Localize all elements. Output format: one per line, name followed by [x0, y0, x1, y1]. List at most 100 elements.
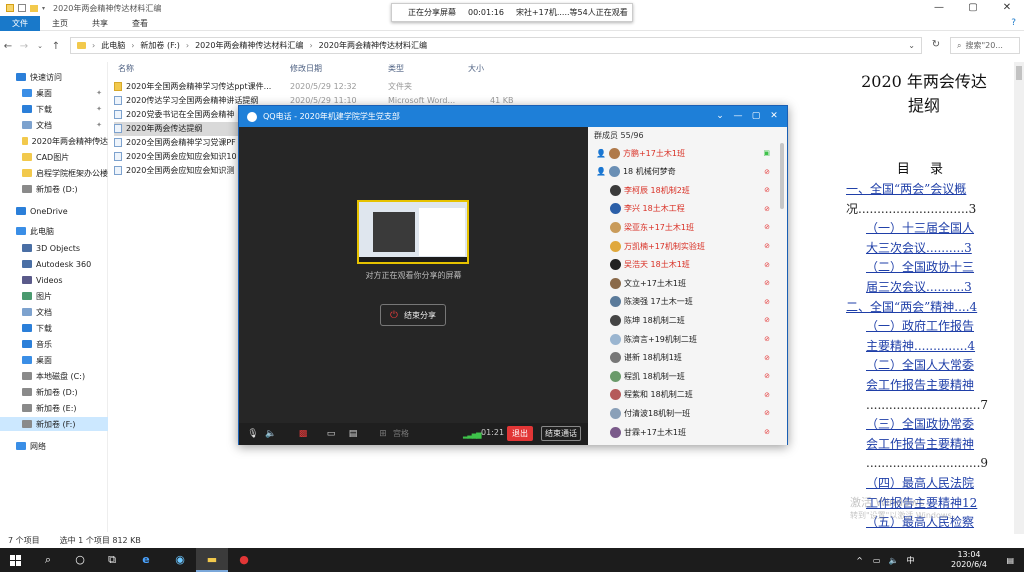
nav-item-down[interactable]: 下载 ✦ — [0, 102, 108, 116]
qq-collapse-icon[interactable]: ⌄ — [711, 106, 729, 127]
breadcrumb-folder[interactable]: 2020年两会精神传达材料汇编 — [195, 40, 303, 51]
mic-muted-icon[interactable]: ⊘ — [764, 409, 770, 417]
start-button[interactable] — [0, 548, 32, 572]
nav-item-down[interactable]: 下载 — [0, 321, 108, 335]
mic-muted-icon[interactable]: ⊘ — [764, 354, 770, 362]
nav-item-drive[interactable]: 本地磁盘 (C:) — [0, 369, 108, 383]
maximize-button[interactable]: ▢ — [956, 0, 990, 16]
nav-item-music[interactable]: 音乐 — [0, 337, 108, 351]
toc-entry[interactable]: 会工作报告主要精神 — [866, 435, 974, 455]
nav-item-folder[interactable]: CAD图片 — [0, 150, 108, 164]
task-view-icon[interactable]: ⧉ — [96, 548, 128, 572]
toc-entry[interactable]: 届三次会议..........3 — [866, 278, 972, 298]
toc-entry[interactable]: 会工作报告主要精神 — [866, 376, 974, 396]
toc-entry[interactable]: （一）政府工作报告 — [866, 317, 974, 337]
mic-muted-icon[interactable]: ⊘ — [764, 279, 770, 287]
up-arrow-icon[interactable]: ↑ — [48, 41, 64, 52]
nav-item-doc[interactable]: 文档 — [0, 305, 108, 319]
column-header-name[interactable]: 名称 — [118, 62, 134, 76]
member-row[interactable]: 程紫和 18机制二班 ⊘ — [588, 386, 778, 404]
tab-share[interactable]: 共享 — [80, 16, 120, 31]
toc-entry[interactable]: 大三次会议..........3 — [866, 239, 972, 259]
recent-chevron-icon[interactable]: ⌄ — [32, 42, 48, 50]
mic-muted-icon[interactable]: ⊘ — [764, 372, 770, 380]
member-row[interactable]: 甘霖+17土木1班 ⊘ — [588, 423, 778, 441]
microphone-icon[interactable]: 🎙 — [247, 428, 259, 440]
qq-taskbar-icon[interactable]: ◉ — [164, 548, 196, 572]
qq-close-button[interactable]: ✕ — [765, 106, 783, 127]
screen-share-icon[interactable]: ▭ — [325, 428, 337, 440]
tray-arrow-icon[interactable]: ^ — [856, 556, 863, 565]
end-call-button[interactable]: 结束通话 — [541, 426, 581, 441]
nav-item-folder[interactable]: 启程学院框架办公楼 — [0, 166, 108, 180]
grid-view-label[interactable]: 宫格 — [393, 428, 409, 439]
volume-icon[interactable]: 🔈 — [888, 556, 898, 565]
toc-entry[interactable]: 二、全国“两会”精神....4 — [846, 298, 977, 318]
tab-view[interactable]: 查看 — [120, 16, 160, 31]
member-row[interactable]: 吴浩天 18土木1班 ⊘ — [588, 256, 778, 274]
mic-muted-icon[interactable]: ⊘ — [764, 298, 770, 306]
column-header-size[interactable]: 大小 — [468, 62, 484, 76]
mic-muted-icon[interactable]: ⊘ — [764, 205, 770, 213]
mic-muted-icon[interactable]: ⊘ — [764, 316, 770, 324]
pin-icon[interactable]: ✦ — [96, 105, 102, 113]
search-input[interactable]: ⌕ 搜索"20... — [950, 37, 1020, 54]
present-icon[interactable]: ▤ — [347, 428, 359, 440]
member-row[interactable]: 陈濟言+19机制二班 ⊘ — [588, 330, 778, 348]
file-row[interactable]: 2020年两会传达提纲 — [114, 122, 244, 136]
member-row[interactable]: 👤 方鹏+17土木1班 ▣ — [588, 144, 778, 162]
member-list-scrollbar[interactable] — [780, 143, 784, 209]
nav-item-pc[interactable]: 此电脑 — [0, 224, 108, 238]
column-header-type[interactable]: 类型 — [388, 62, 404, 76]
tab-file[interactable]: 文件 — [0, 15, 40, 31]
toc-entry[interactable]: （二）全国政协十三 — [866, 258, 974, 278]
qq-minimize-button[interactable]: — — [729, 106, 747, 127]
address-input[interactable]: › 此电脑 › 新加卷 (F:) › 2020年两会精神传达材料汇编 › 202… — [70, 37, 922, 54]
end-share-button[interactable]: ⏻ 结束分享 — [380, 304, 446, 326]
nav-item-star[interactable]: 快速访问 — [0, 70, 108, 84]
qq-title-bar[interactable]: QQ电话 - 2020年机建学院学生党支部 ⌄ — ▢ ✕ — [239, 106, 787, 127]
toc-entry[interactable]: 一、全国“两会”会议概 — [846, 180, 966, 200]
nav-item-obj[interactable]: Autodesk 360 — [0, 257, 108, 271]
camera-off-icon[interactable]: ▩ — [297, 428, 309, 440]
mic-on-icon[interactable]: ▣ — [763, 149, 770, 157]
close-button[interactable]: ✕ — [990, 0, 1024, 16]
nav-item-desk[interactable]: 桌面 — [0, 353, 108, 367]
back-arrow-icon[interactable]: ← — [0, 41, 16, 52]
toc-entry[interactable]: （三）全国政协常委 — [866, 415, 974, 435]
notification-icon[interactable]: ▤ — [1006, 556, 1014, 565]
member-row[interactable]: 👤 18 机械何梦奇 ⊘ — [588, 163, 778, 181]
clock[interactable]: 13:04 2020/6/4 — [944, 550, 994, 570]
nav-item-pic[interactable]: 图片 — [0, 289, 108, 303]
minimize-button[interactable]: — — [922, 0, 956, 16]
member-row[interactable]: 李柯辰 18机制2班 ⊘ — [588, 181, 778, 199]
chevron-down-icon[interactable]: ⌄ — [908, 41, 915, 50]
member-row[interactable]: 李兴 18土木工程 ⊘ — [588, 200, 778, 218]
member-row[interactable]: 谌新 18机制1班 ⊘ — [588, 349, 778, 367]
shared-screen-thumbnail[interactable] — [357, 200, 469, 264]
member-row[interactable]: 程凯 18机制一班 ⊘ — [588, 367, 778, 385]
member-row[interactable]: 陈澳强 17土木一班 ⊘ — [588, 293, 778, 311]
breadcrumb-drive-f[interactable]: 新加卷 (F:) — [140, 40, 179, 51]
nav-item-drive[interactable]: 新加卷 (D:) — [0, 182, 108, 196]
column-header-date[interactable]: 修改日期 — [290, 62, 322, 76]
speaker-icon[interactable]: 🔈 — [265, 428, 277, 440]
pin-icon[interactable]: ✦ — [96, 121, 102, 129]
mic-muted-icon[interactable]: ⊘ — [764, 335, 770, 343]
toc-entry[interactable]: （一）十三届全国人 — [866, 219, 974, 239]
nav-item-desk[interactable]: 桌面 ✦ — [0, 86, 108, 100]
nav-item-drive[interactable]: 新加卷 (F:) — [0, 417, 108, 431]
chevron-down-icon[interactable]: ▾ — [42, 5, 45, 12]
nav-item-net[interactable]: 网络 — [0, 439, 108, 453]
toc-entry[interactable]: 主要精神..............4 — [866, 337, 975, 357]
mic-muted-icon[interactable]: ⊘ — [764, 223, 770, 231]
nav-item-drive[interactable]: 新加卷 (D:) — [0, 385, 108, 399]
exit-button[interactable]: 退出 — [507, 426, 533, 441]
ime-indicator[interactable]: 中 — [906, 555, 914, 566]
pin-icon[interactable]: ✦ — [96, 89, 102, 97]
nav-item-cloud[interactable]: OneDrive — [0, 204, 108, 218]
forward-arrow-icon[interactable]: → — [16, 41, 32, 52]
folder-icon[interactable] — [30, 4, 38, 12]
mic-muted-icon[interactable]: ⊘ — [764, 242, 770, 250]
refresh-icon[interactable]: ↻ — [928, 39, 944, 50]
